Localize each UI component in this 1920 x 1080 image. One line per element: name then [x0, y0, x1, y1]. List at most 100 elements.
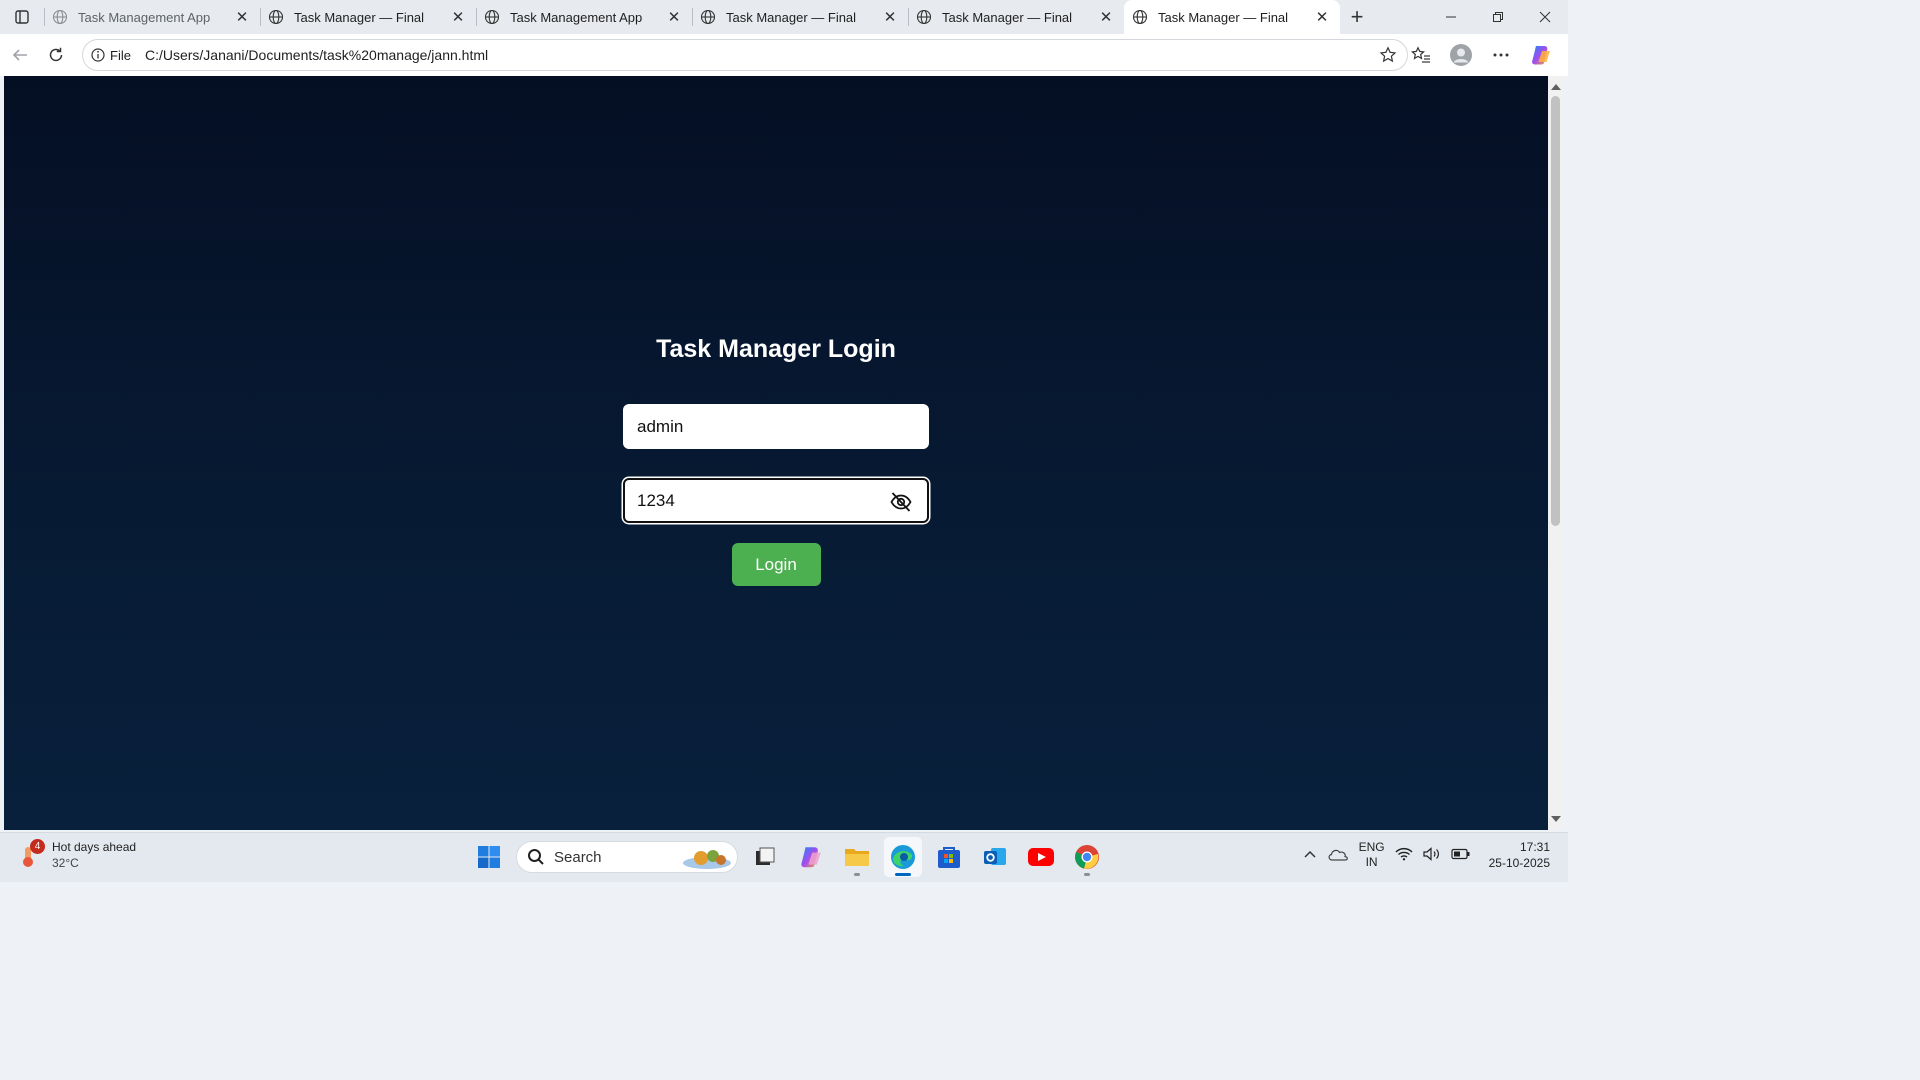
tab-title: Task Manager — Final: [294, 9, 425, 25]
globe-icon: [52, 9, 68, 25]
star-icon: [1379, 46, 1397, 63]
chevron-up-icon: [1304, 850, 1316, 858]
minimize-button[interactable]: [1427, 0, 1474, 34]
profile-button[interactable]: [1444, 38, 1478, 72]
search-icon: [528, 849, 544, 865]
taskbar-search[interactable]: Search: [516, 841, 738, 873]
task-view-icon: [756, 847, 775, 865]
taskbar-apps: Search: [470, 837, 1106, 877]
browser-tab[interactable]: Task Management App ✕: [476, 0, 692, 34]
task-view-button[interactable]: [746, 837, 784, 877]
chrome-button[interactable]: [1068, 837, 1106, 877]
new-tab-button[interactable]: +: [1340, 0, 1374, 34]
folder-icon: [845, 849, 869, 866]
toggle-password-button[interactable]: [889, 490, 913, 519]
edge-button[interactable]: [884, 837, 922, 877]
page-scrollbar[interactable]: [1548, 76, 1564, 830]
close-tab-button[interactable]: ✕: [1098, 9, 1114, 26]
file-explorer-button[interactable]: [838, 837, 876, 877]
weather-badge: 4: [30, 839, 45, 854]
browser-tab[interactable]: Task Manager — Final ✕: [692, 0, 908, 34]
refresh-icon: [49, 47, 63, 62]
battery-button[interactable]: [1451, 848, 1471, 863]
battery-icon: [1451, 848, 1470, 859]
cloud-icon: [1328, 849, 1348, 861]
store-icon: [938, 847, 960, 868]
ellipsis-icon: [1493, 53, 1509, 57]
weather-temp: 32°C: [52, 856, 79, 870]
browser-tab[interactable]: Task Manager — Final ✕: [260, 0, 476, 34]
speaker-icon: [1423, 846, 1439, 861]
store-button[interactable]: [930, 837, 968, 877]
login-button[interactable]: Login: [731, 543, 821, 586]
username-field[interactable]: admin: [623, 404, 929, 449]
back-arrow-icon: [12, 49, 27, 61]
outlook-icon: [984, 848, 1006, 865]
running-indicator: [1084, 873, 1090, 876]
tab-title: Task Manager — Final: [942, 9, 1073, 25]
copilot-icon: [1532, 46, 1550, 65]
tab-title: Task Management App: [78, 9, 211, 25]
copilot-app-icon: [801, 847, 821, 868]
page-viewport: Task Manager Login admin 1234 Login: [4, 76, 1548, 830]
search-label: Search: [554, 848, 602, 866]
running-indicator: [854, 873, 860, 876]
globe-icon: [700, 9, 716, 25]
site-info-button[interactable]: File: [91, 48, 131, 63]
browser-tab[interactable]: Task Manager — Final ✕: [908, 0, 1124, 34]
address-bar[interactable]: File C:/Users/Janani/Documents/task%20ma…: [82, 39, 1408, 71]
favorites-list-icon: [1411, 46, 1430, 63]
login-form: Task Manager Login admin 1234 Login: [623, 335, 929, 586]
tab-title: Task Management App: [510, 9, 643, 25]
close-tab-button[interactable]: ✕: [1314, 9, 1330, 26]
avatar-icon: [1450, 44, 1472, 66]
weather-widget[interactable]: 4 Hot days ahead 32°C: [18, 839, 136, 871]
close-tab-button[interactable]: ✕: [666, 9, 682, 26]
refresh-button[interactable]: [38, 37, 74, 73]
eye-off-icon: [890, 492, 912, 512]
globe-icon: [484, 9, 500, 25]
search-highlight-icon: [683, 850, 731, 869]
onedrive-button[interactable]: [1327, 847, 1349, 864]
lang-code: ENG: [1358, 840, 1385, 854]
network-button[interactable]: [1395, 847, 1413, 864]
password-field[interactable]: 1234: [623, 478, 929, 523]
edge-icon: [891, 845, 915, 869]
more-menu-button[interactable]: [1484, 38, 1518, 72]
tab-title: Task Manager — Final: [1158, 9, 1289, 25]
browser-tab[interactable]: Task Manager — Final ✕: [1124, 0, 1340, 34]
back-button[interactable]: [2, 37, 38, 73]
tab-actions-button[interactable]: [0, 0, 44, 34]
close-tab-button[interactable]: ✕: [882, 9, 898, 26]
close-window-button[interactable]: [1521, 0, 1568, 34]
restore-button[interactable]: [1474, 0, 1521, 34]
copilot-button[interactable]: [1524, 38, 1558, 72]
weather-headline: Hot days ahead: [52, 840, 137, 854]
url-text[interactable]: C:/Users/Janani/Documents/task%20manage/…: [145, 47, 488, 63]
globe-icon: [916, 9, 932, 25]
scroll-thumb[interactable]: [1551, 96, 1560, 526]
favorite-button[interactable]: [1379, 46, 1397, 69]
youtube-button[interactable]: [1022, 837, 1060, 877]
volume-button[interactable]: [1423, 846, 1441, 864]
favorites-button[interactable]: [1404, 38, 1438, 72]
browser-tab[interactable]: Task Management App ✕: [44, 0, 260, 34]
close-tab-button[interactable]: ✕: [450, 9, 466, 26]
start-button[interactable]: [470, 837, 508, 877]
lang-region: IN: [1365, 855, 1378, 869]
language-indicator[interactable]: ENG IN: [1359, 840, 1385, 870]
close-tab-button[interactable]: ✕: [234, 9, 250, 26]
username-value: admin: [637, 416, 684, 436]
page-title: Task Manager Login: [656, 335, 896, 363]
clock[interactable]: 17:31 25-10-2025: [1489, 839, 1550, 871]
globe-icon: [268, 9, 284, 25]
scroll-down-arrow[interactable]: [1551, 816, 1561, 822]
scroll-up-arrow[interactable]: [1551, 84, 1561, 90]
window-controls: [1427, 0, 1568, 34]
outlook-button[interactable]: [976, 837, 1014, 877]
scheme-label: File: [110, 47, 131, 63]
tab-actions-icon: [15, 10, 29, 24]
tab-title: Task Manager — Final: [726, 9, 857, 25]
copilot-app-button[interactable]: [792, 837, 830, 877]
show-hidden-icons-button[interactable]: [1303, 848, 1317, 862]
